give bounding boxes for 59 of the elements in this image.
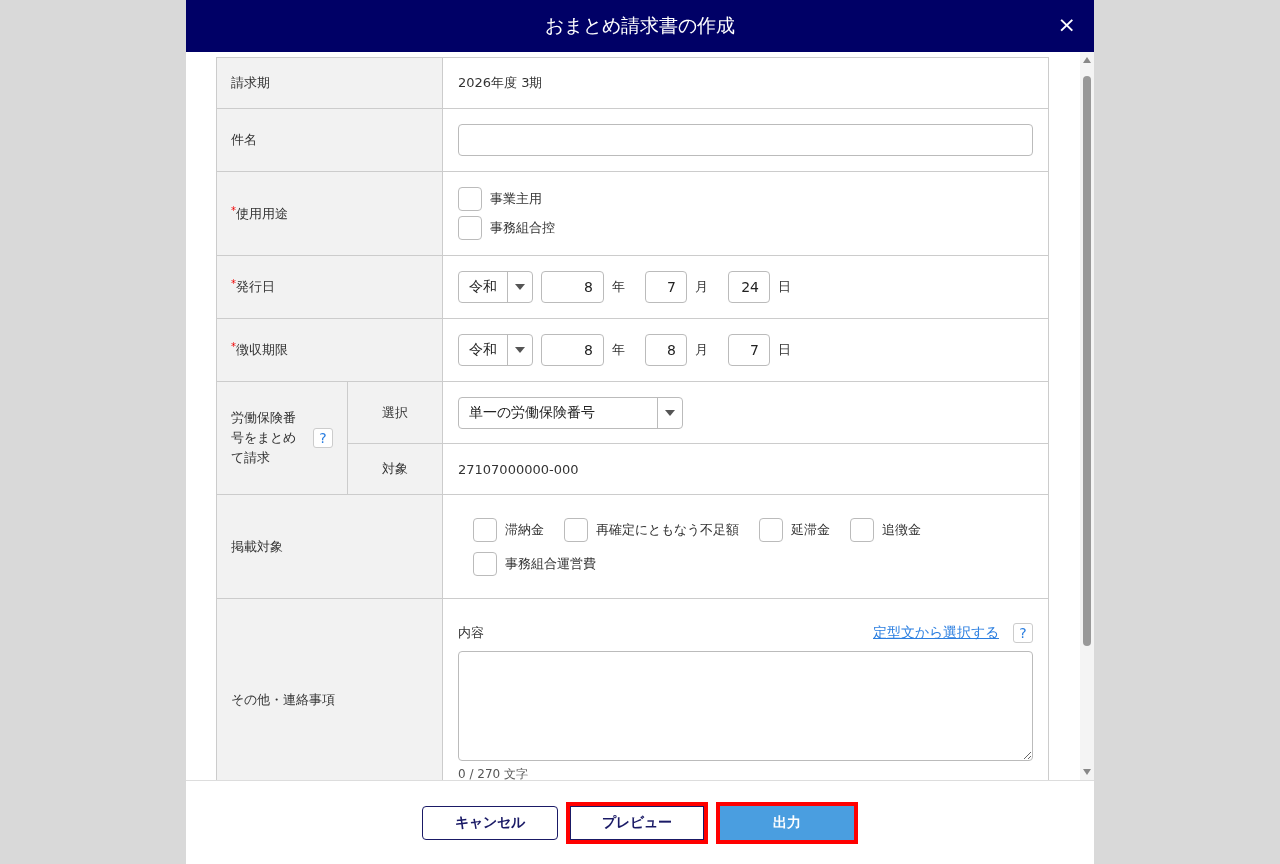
month-field[interactable]: 7 xyxy=(645,271,687,303)
unit-label: 月 xyxy=(695,278,708,296)
year-field[interactable]: 8 xyxy=(541,334,604,366)
dialog-button[interactable]: キャンセル xyxy=(422,805,558,840)
checkbox-label: 事業主用 xyxy=(490,190,542,208)
day-field[interactable]: 7 xyxy=(728,334,770,366)
scroll-up-arrow-icon[interactable] xyxy=(1082,56,1092,64)
field-label: その他・連絡事項 xyxy=(231,692,335,707)
checkbox[interactable] xyxy=(458,216,482,240)
scrollbar[interactable] xyxy=(1080,52,1094,780)
unit-label: 日 xyxy=(778,341,791,359)
dialog-title: おまとめ請求書の作成 xyxy=(545,13,735,38)
field-label: *徴収期限 xyxy=(231,342,288,357)
checkbox-label: 事務組合控 xyxy=(490,219,555,237)
era-select[interactable]: 令和 xyxy=(458,334,533,366)
year-field[interactable]: 8 xyxy=(541,271,604,303)
checkbox-label: 滞納金 xyxy=(505,520,544,539)
checkbox[interactable] xyxy=(458,187,482,211)
field-label: 労働保険番号をまとめて請求 xyxy=(231,409,297,467)
content-textarea[interactable] xyxy=(458,650,1033,761)
scrollbar-thumb[interactable] xyxy=(1083,76,1091,646)
field-value: 2026年度 3期 xyxy=(458,75,543,90)
field-label: *発行日 xyxy=(231,279,275,294)
checkbox-label: 追徴金 xyxy=(882,520,921,539)
unit-label: 年 xyxy=(612,341,625,359)
checkbox-label: 延滞金 xyxy=(791,520,830,539)
field-label: 件名 xyxy=(231,132,257,147)
field-label: *使用用途 xyxy=(231,205,288,221)
field-label: 掲載対象 xyxy=(231,538,283,554)
unit-label: 年 xyxy=(612,278,625,296)
checkbox-label: 事務組合運営費 xyxy=(505,554,596,573)
caret-icon xyxy=(665,409,675,416)
checkbox[interactable] xyxy=(564,517,588,542)
close-button[interactable]: × xyxy=(1053,12,1080,37)
era-select[interactable]: 令和 xyxy=(458,271,533,303)
scroll-down-arrow-icon[interactable] xyxy=(1082,768,1092,776)
field-label: 選択 xyxy=(382,404,408,420)
caret-icon xyxy=(515,347,525,353)
caret-icon xyxy=(515,284,525,290)
checkbox[interactable] xyxy=(759,517,783,542)
field-label: 内容 xyxy=(458,623,484,642)
character-counter: 0 / 270 文字 xyxy=(458,765,530,780)
help-button[interactable]: ? xyxy=(1013,622,1033,643)
day-field[interactable]: 24 xyxy=(728,271,770,303)
unit-label: 日 xyxy=(778,278,791,296)
help-button[interactable]: ? xyxy=(313,428,333,448)
checkbox[interactable] xyxy=(850,517,874,542)
input-field[interactable] xyxy=(458,124,1033,156)
select-field[interactable]: 単一の労働保険番号 xyxy=(458,396,683,429)
dialog-button[interactable]: プレビュー xyxy=(566,801,708,844)
month-field[interactable]: 8 xyxy=(645,334,687,366)
field-value: 27107000000-000 xyxy=(458,461,579,477)
template-link[interactable]: 定型文から選択する xyxy=(873,623,999,642)
checkbox[interactable] xyxy=(473,551,497,576)
field-label: 請求期 xyxy=(231,75,270,90)
unit-label: 月 xyxy=(695,341,708,359)
checkbox-label: 再確定にともなう不足額 xyxy=(596,520,739,539)
checkbox[interactable] xyxy=(473,517,497,542)
field-label: 対象 xyxy=(382,461,408,476)
